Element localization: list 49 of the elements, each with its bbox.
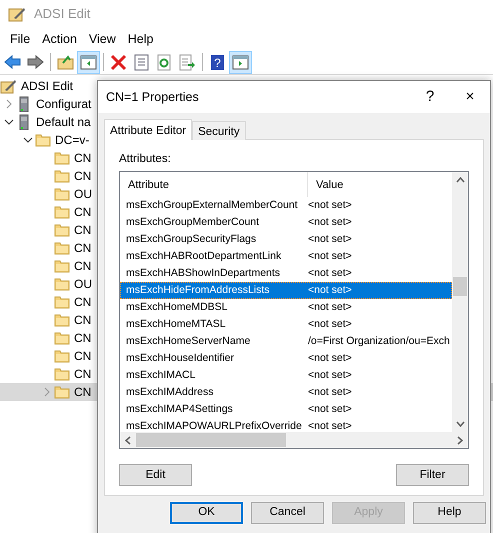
attribute-name: msExchHomeMTASL — [125, 316, 227, 332]
attributes-label: Attributes: — [119, 152, 172, 167]
attribute-value: <not set> — [308, 232, 352, 247]
attribute-name: msExchIMAPOWAURLPrefixOverride — [125, 418, 303, 432]
attribute-value: <not set> — [308, 248, 352, 264]
tree-item-label: CN — [74, 330, 92, 347]
tree-item-label: CN — [74, 204, 92, 221]
attribute-name: msExchIMAP4Settings — [125, 402, 234, 417]
attribute-name: msExchHomeMDBSL — [125, 300, 229, 315]
attribute-value: <not set> — [308, 282, 352, 298]
tree-item-label: CN — [74, 294, 92, 311]
tree-item-label: CN — [74, 348, 92, 365]
attribute-name: msExchHomeServerName — [125, 334, 252, 349]
attribute-name: msExchGroupSecurityFlags — [125, 232, 258, 247]
attribute-value: <not set> — [308, 384, 352, 400]
tree-item-label: OU — [74, 276, 92, 293]
tree-item-label: CN — [74, 222, 92, 239]
attribute-name: msExchHouseIdentifier — [125, 350, 235, 366]
attribute-name: msExchGroupExternalMemberCount — [125, 198, 299, 213]
tree-item-label: DC=v- — [55, 132, 90, 149]
dialog-title: CN=1 Properties — [106, 88, 200, 106]
tree-item-label: Configurat — [36, 96, 92, 113]
tree-item-label: ADSI Edit — [21, 78, 74, 95]
attribute-name: msExchGroupMemberCount — [125, 214, 260, 230]
tree-item-label: Default na — [36, 114, 91, 131]
attribute-value: <not set> — [308, 214, 352, 230]
attribute-name: msExchHideFromAddressLists — [125, 282, 271, 298]
attribute-value: <not set> — [308, 418, 352, 432]
attribute-value: <not set> — [308, 300, 352, 315]
tree-item-label: CN — [74, 150, 92, 167]
attribute-value: <not set> — [308, 198, 352, 213]
tree-item-label: CN — [74, 312, 92, 329]
tree-item-label: CN — [74, 384, 92, 401]
attribute-value: <not set> — [308, 402, 352, 417]
window-title: ADSI Edit — [34, 5, 90, 24]
attribute-value: /o=First Organization/ou=Exch — [308, 334, 450, 349]
attribute-value: <not set> — [308, 368, 352, 383]
attribute-name: msExchHABShowInDepartments — [125, 266, 282, 281]
tree-item-label: CN — [74, 366, 92, 383]
tree-item-label: CN — [74, 168, 92, 185]
attribute-name: msExchIMACL — [125, 368, 196, 383]
attribute-name: msExchHABRootDepartmentLink — [125, 248, 282, 264]
attribute-value: <not set> — [308, 350, 352, 366]
tree-item-label: CN — [74, 240, 92, 257]
attribute-name: msExchIMAddress — [125, 384, 215, 400]
attribute-value: <not set> — [308, 266, 352, 281]
attribute-value: <not set> — [308, 316, 352, 332]
tree-item-label: OU — [74, 186, 92, 203]
tree-item-label: CN — [74, 258, 92, 275]
